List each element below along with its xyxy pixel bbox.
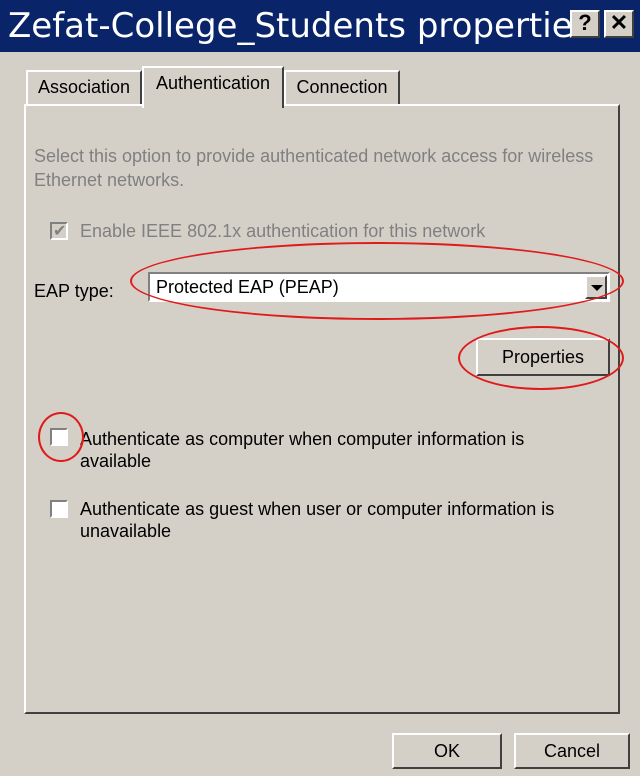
help-button[interactable]: ? — [570, 10, 600, 38]
cancel-button[interactable]: Cancel — [514, 733, 630, 769]
title-bar[interactable]: Zefat-College_Students properties ? ✕ — [0, 0, 640, 52]
auth-as-guest-checkbox[interactable] — [50, 500, 68, 518]
authentication-panel — [24, 104, 620, 714]
tab-connection[interactable]: Connection — [284, 70, 400, 104]
enable-8021x-checkbox[interactable]: ✔ — [50, 222, 68, 240]
eap-type-value: Protected EAP (PEAP) — [156, 277, 339, 297]
tab-authentication[interactable]: Authentication — [142, 66, 284, 108]
tab-association[interactable]: Association — [26, 70, 142, 104]
window-title: Zefat-College_Students properties — [8, 6, 591, 46]
enable-8021x-label: Enable IEEE 802.1x authentication for th… — [80, 221, 486, 241]
auth-as-computer-checkbox[interactable] — [50, 428, 68, 446]
auth-as-computer-label: Authenticate as computer when computer i… — [80, 429, 525, 471]
ok-button[interactable]: OK — [392, 733, 502, 769]
auth-as-guest-label: Authenticate as guest when user or compu… — [80, 499, 555, 541]
close-button[interactable]: ✕ — [604, 10, 634, 38]
authentication-description: Select this option to provide authentica… — [34, 146, 594, 190]
properties-dialog: Zefat-College_Students properties ? ✕ As… — [0, 0, 640, 776]
eap-type-label: EAP type: — [34, 281, 114, 301]
properties-button[interactable]: Properties — [476, 338, 610, 376]
checkmark-icon: ✔ — [53, 223, 67, 240]
chevron-down-icon[interactable] — [585, 275, 607, 299]
eap-type-select[interactable]: Protected EAP (PEAP) — [148, 272, 610, 302]
